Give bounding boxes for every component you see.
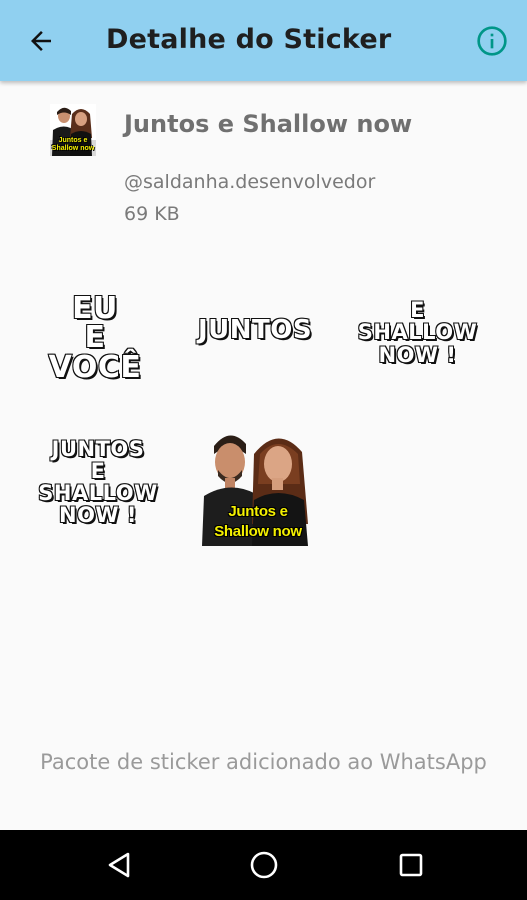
triangle-back-icon	[108, 852, 130, 878]
photo-caption-line: Juntos e	[228, 503, 288, 520]
arrow-left-icon	[31, 31, 51, 51]
sticker-text: JUNTOS	[51, 436, 145, 461]
square-recents-icon	[399, 853, 423, 877]
nav-recents-button[interactable]	[393, 847, 429, 883]
sticker-text: E	[90, 458, 106, 483]
nav-back-button[interactable]	[101, 847, 137, 883]
thumb-caption-line: Shallow now	[51, 145, 95, 152]
sticker-text: SHALLOW	[357, 320, 478, 345]
nav-home-button[interactable]	[246, 847, 282, 883]
info-button[interactable]	[473, 22, 511, 60]
pack-size: 69 KB	[124, 203, 180, 225]
sticker-text: NOW !	[58, 503, 137, 528]
sticker-text: E	[84, 320, 107, 356]
sticker-text: NOW !	[378, 342, 457, 367]
pack-tray-icon: Juntos e Shallow now	[50, 104, 96, 156]
pack-author: @saldanha.desenvolvedor	[124, 171, 376, 193]
sticker-text: E	[409, 298, 425, 323]
system-nav-bar	[0, 830, 527, 900]
sticker-e-shallow-now[interactable]: E SHALLOW NOW !	[350, 295, 485, 370]
thumb-caption-line: Juntos e	[58, 137, 88, 144]
sticker-text: VOCÊ	[48, 349, 142, 385]
photo-caption-line: Shallow now	[214, 523, 302, 540]
sticker-eu-e-voce[interactable]: EU E VOCÊ	[40, 288, 150, 388]
info-icon	[477, 26, 507, 56]
sticker-juntos-e-shallow-now[interactable]: JUNTOS E SHALLOW NOW !	[33, 432, 163, 532]
sticker-text: SHALLOW	[37, 481, 158, 505]
back-button[interactable]	[22, 22, 60, 60]
app-bar: Detalhe do Sticker	[0, 0, 527, 81]
sticker-text: JUNTOS	[197, 315, 313, 345]
added-status-text: Pacote de sticker adicionado ao WhatsApp	[40, 750, 487, 774]
sticker-text: EU	[71, 290, 118, 326]
page-title: Detalhe do Sticker	[106, 24, 392, 55]
circle-home-icon	[250, 851, 278, 879]
sticker-juntos[interactable]: JUNTOS	[190, 300, 320, 360]
sticker-photo-couple[interactable]: Juntos e Shallow now	[200, 424, 312, 546]
pack-title: Juntos e Shallow now	[124, 110, 413, 138]
